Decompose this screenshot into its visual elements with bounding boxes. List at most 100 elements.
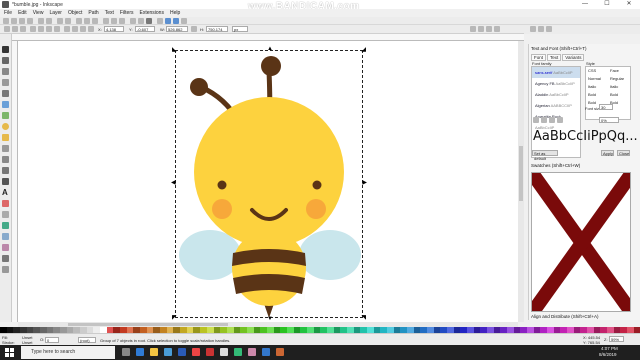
- clone-icon[interactable]: [138, 18, 144, 24]
- menu-extensions[interactable]: Extensions: [137, 10, 167, 16]
- raise-top-icon[interactable]: [88, 26, 94, 32]
- taskbar-search-input[interactable]: Type here to search: [21, 346, 115, 359]
- list-item[interactable]: Aladdin AaBbCcIiP: [532, 89, 580, 100]
- dropper-tool-icon[interactable]: [2, 255, 9, 262]
- select-all-layers-icon[interactable]: [12, 26, 18, 32]
- node-tool-icon[interactable]: [2, 57, 9, 64]
- tweak-tool-icon[interactable]: [2, 68, 9, 75]
- file-explorer-icon[interactable]: [150, 348, 158, 356]
- fill-stroke-icon[interactable]: [165, 18, 171, 24]
- rotate-cw-icon[interactable]: [38, 26, 44, 32]
- snap-enable-icon[interactable]: [530, 26, 536, 32]
- close-button[interactable]: Close: [617, 150, 630, 156]
- menu-text[interactable]: Text: [102, 10, 117, 16]
- undo-icon[interactable]: [57, 18, 63, 24]
- redo-icon[interactable]: [65, 18, 71, 24]
- cut-icon[interactable]: [84, 18, 90, 24]
- align-justify-icon[interactable]: [557, 117, 563, 123]
- apply-button[interactable]: Apply: [601, 150, 614, 156]
- font-size-field[interactable]: 30: [599, 104, 613, 110]
- menu-view[interactable]: View: [30, 10, 47, 16]
- menu-help[interactable]: Help: [167, 10, 183, 16]
- preferences-icon[interactable]: [181, 18, 187, 24]
- list-item[interactable]: Agency FB AaBbCcIiP: [532, 78, 580, 89]
- w-field[interactable]: 526.862: [166, 26, 188, 32]
- zoom-selection-icon[interactable]: [103, 18, 109, 24]
- gradient-tool-icon[interactable]: [2, 233, 9, 240]
- lock-icon[interactable]: [191, 26, 197, 32]
- align-right-icon[interactable]: [549, 117, 555, 123]
- y-field[interactable]: -0.607: [135, 26, 155, 32]
- app-icon[interactable]: [234, 348, 242, 356]
- menu-filters[interactable]: Filters: [117, 10, 137, 16]
- vertical-scrollbar[interactable]: [518, 41, 524, 322]
- handle-bottom-right[interactable]: ◥: [361, 315, 366, 321]
- inkscape-taskbar-icon[interactable]: [220, 348, 228, 356]
- new-document-icon[interactable]: [3, 18, 9, 24]
- pencil-tool-icon[interactable]: [2, 156, 9, 163]
- h-field[interactable]: 750.174: [206, 26, 228, 32]
- list-item[interactable]: Algerian AABBCCIIP: [532, 100, 580, 111]
- list-item[interactable]: Aparajita Rock AaBbCcIiP: [532, 111, 580, 130]
- store-icon[interactable]: [164, 348, 172, 356]
- list-item[interactable]: sans-serif AaBbCcIiP: [532, 67, 580, 78]
- rectangle-tool-icon[interactable]: [2, 101, 9, 108]
- align-center-icon[interactable]: [541, 117, 547, 123]
- powerpoint-icon[interactable]: [276, 348, 284, 356]
- raise-bottom-icon[interactable]: [64, 26, 70, 32]
- ellipse-tool-icon[interactable]: [2, 123, 9, 130]
- align-icon[interactable]: [173, 18, 179, 24]
- duplicate-icon[interactable]: [130, 18, 136, 24]
- layer-select[interactable]: (root): [78, 337, 96, 343]
- eraser-tool-icon[interactable]: [2, 211, 9, 218]
- menu-object[interactable]: Object: [65, 10, 85, 16]
- scale-stroke-icon[interactable]: [470, 26, 476, 32]
- text-tool-icon[interactable]: A: [2, 189, 9, 197]
- zoom-drawing-icon[interactable]: [111, 18, 117, 24]
- export-icon[interactable]: [46, 18, 52, 24]
- tab-font[interactable]: Font: [531, 54, 547, 61]
- font-family-list[interactable]: sans-serif AaBbCcIiP Agency FB AaBbCcIiP…: [531, 66, 581, 158]
- list-item[interactable]: Normal Regular: [586, 75, 630, 83]
- raise-icon[interactable]: [80, 26, 86, 32]
- set-default-button[interactable]: Set as default: [532, 150, 558, 161]
- spray-tool-icon[interactable]: [2, 200, 9, 207]
- paint-bucket-tool-icon[interactable]: [2, 222, 9, 229]
- flip-vertical-icon[interactable]: [54, 26, 60, 32]
- 3d-box-tool-icon[interactable]: [2, 112, 9, 119]
- menu-edit[interactable]: Edit: [15, 10, 30, 16]
- handle-top-right[interactable]: ◢: [361, 47, 366, 53]
- style-list[interactable]: CSS Face Normal Regular Italic Italic Bold B…: [585, 66, 631, 120]
- selector-tool-icon[interactable]: [2, 46, 9, 53]
- save-icon[interactable]: [19, 18, 25, 24]
- handle-top[interactable]: ▲: [267, 46, 273, 52]
- zoom-tool-icon[interactable]: [2, 79, 9, 86]
- pen-tool-icon[interactable]: [2, 167, 9, 174]
- flip-horizontal-icon[interactable]: [46, 26, 52, 32]
- chrome-icon[interactable]: [192, 348, 200, 356]
- move-gradients-icon[interactable]: [486, 26, 492, 32]
- group-icon[interactable]: [157, 18, 163, 24]
- measure-tool-icon[interactable]: [2, 90, 9, 97]
- scale-corners-icon[interactable]: [478, 26, 484, 32]
- menu-layer[interactable]: Layer: [46, 10, 65, 16]
- tab-variants[interactable]: Variants: [562, 54, 585, 61]
- move-patterns-icon[interactable]: [494, 26, 500, 32]
- zoom-field[interactable]: 59%: [609, 336, 624, 342]
- unit-select[interactable]: px: [232, 26, 248, 32]
- rotate-ccw-icon[interactable]: [30, 26, 36, 32]
- align-left-icon[interactable]: [533, 117, 539, 123]
- select-all-icon[interactable]: [4, 26, 10, 32]
- text-tool-icon[interactable]: [146, 18, 152, 24]
- handle-left[interactable]: ◀: [171, 180, 176, 186]
- lower-icon[interactable]: [72, 26, 78, 32]
- line-spacing-field[interactable]: 0%: [599, 117, 619, 123]
- word-icon[interactable]: [262, 348, 270, 356]
- maximize-button[interactable]: ☐: [596, 0, 618, 9]
- swatches-area[interactable]: [531, 172, 631, 312]
- list-item[interactable]: Italic Italic: [586, 83, 630, 91]
- handle-right[interactable]: ▶: [362, 180, 367, 186]
- connector-tool-icon[interactable]: [2, 266, 9, 273]
- snap-bbox-icon[interactable]: [538, 26, 544, 32]
- import-icon[interactable]: [38, 18, 44, 24]
